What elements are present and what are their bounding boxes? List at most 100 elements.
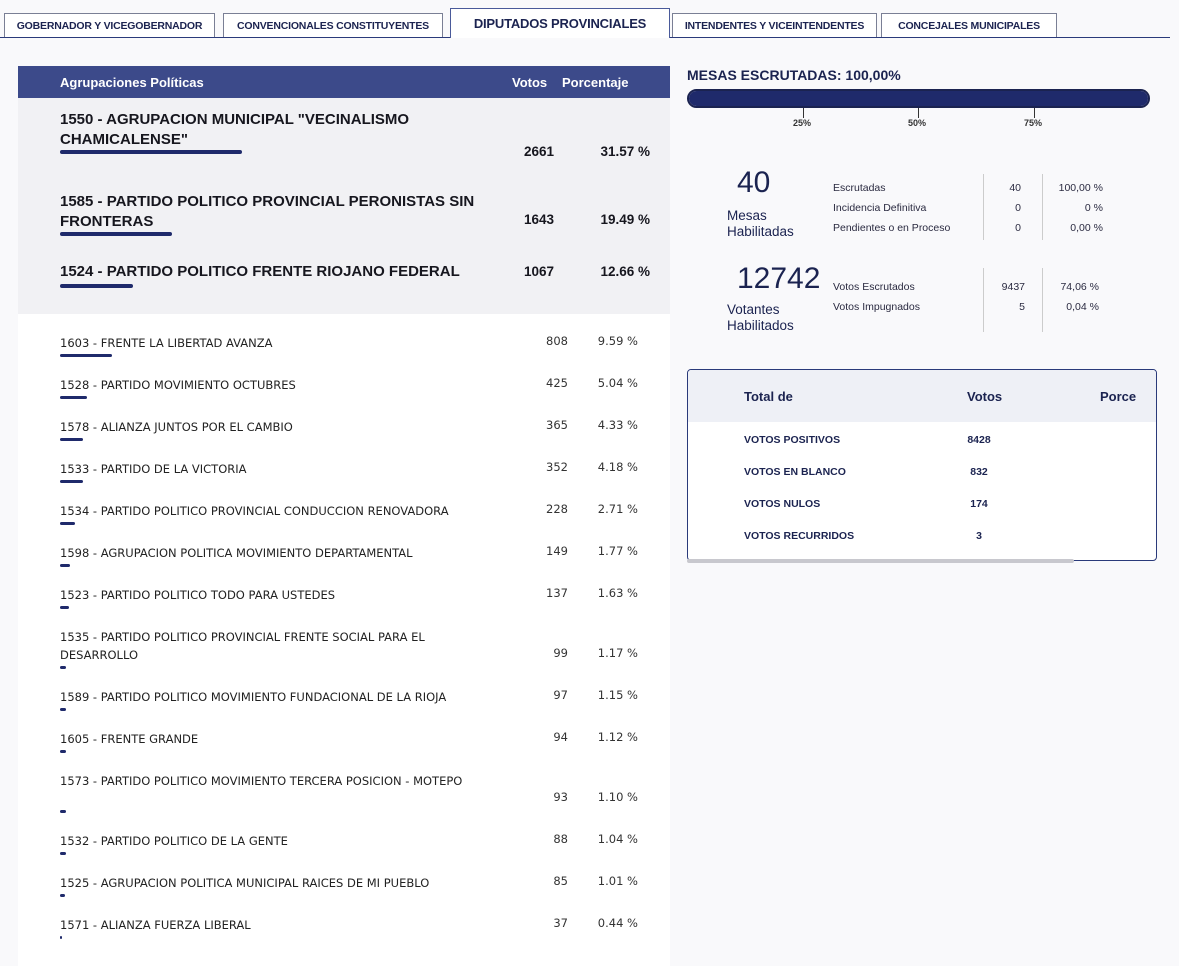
party-name: 1598 - AGRUPACION POLITICA MOVIMIENTO DE…: [60, 546, 413, 560]
party-votes: 808: [546, 334, 568, 348]
election-tabs: GOBERNADOR Y VICEGOBERNADOR CONVENCIONAL…: [0, 0, 1170, 38]
stat-escrutados-percent: 74,06 %: [1060, 281, 1099, 293]
party-name: 1528 - PARTIDO MOVIMIENTO OCTUBRES: [60, 378, 296, 392]
party-share-bar: [60, 936, 63, 939]
stat-incidencia-value: 0: [1015, 202, 1021, 214]
totals-header-votes: Votos: [967, 389, 1003, 404]
totals-row-label: VOTOS POSITIVOS: [744, 434, 841, 446]
party-percent: 5.04 %: [597, 376, 638, 390]
party-share-bar: [60, 480, 83, 483]
stat-escrutadas-label: Escrutadas: [833, 182, 886, 194]
tick-75: [1034, 108, 1035, 118]
totals-row-label: VOTOS NULOS: [744, 498, 821, 510]
party-share-bar: [60, 708, 67, 711]
party-name: 1589 - PARTIDO POLITICO MOVIMIENTO FUNDA…: [60, 690, 447, 704]
tab-gobernador[interactable]: GOBERNADOR Y VICEGOBERNADOR: [4, 13, 215, 37]
party-share-bar: [60, 150, 242, 154]
totals-row-label: VOTOS EN BLANCO: [744, 466, 846, 478]
party-percent: 12.66 %: [600, 264, 650, 279]
party-percent: 19.49 %: [600, 212, 650, 227]
stat-pendientes-value: 0: [1015, 222, 1021, 234]
stat-impugnados-label: Votos Impugnados: [833, 301, 920, 313]
party-share-bar: [60, 232, 173, 236]
stat-escrutados-value: 9437: [1001, 281, 1025, 293]
tab-convencionales[interactable]: CONVENCIONALES CONSTITUYENTES: [223, 13, 443, 37]
party-share-bar: [60, 852, 66, 855]
party-percent: 1.63 %: [597, 586, 638, 600]
party-votes: 228: [546, 502, 568, 516]
party-votes: 88: [553, 832, 568, 846]
party-votes: 85: [553, 874, 568, 888]
party-name: 1524 - PARTIDO POLITICO FRENTE RIOJANO F…: [60, 263, 460, 280]
party-percent: 1.15 %: [597, 688, 638, 702]
totals-header-total: Total de: [744, 389, 793, 404]
header-percent: Porcentaje: [562, 75, 629, 90]
stat-escrutadas-value: 40: [1009, 182, 1021, 194]
party-name: 1605 - FRENTE GRANDE: [60, 732, 199, 746]
party-share-bar: [60, 606, 69, 609]
results-table-header: Agrupaciones Políticas Votos Porcentaje: [18, 66, 670, 98]
header-group: Agrupaciones Políticas: [60, 75, 204, 90]
totals-table: Total de Votos Porce VOTOS POSITIVOS VOT…: [687, 369, 1157, 561]
party-share-bar: [60, 894, 66, 897]
party-name: 1534 - PARTIDO POLITICO PROVINCIAL CONDU…: [60, 504, 449, 518]
party-name: 1550 - AGRUPACION MUNICIPAL "VECINALISMO…: [60, 111, 410, 148]
mesas-progress-bar: [687, 89, 1150, 108]
mesas-title: MESAS ESCRUTADAS: 100,00%: [687, 67, 901, 83]
horizontal-scrollbar[interactable]: [687, 559, 1074, 563]
party-votes: 93: [553, 790, 568, 804]
tab-diputados[interactable]: DIPUTADOS PROVINCIALES: [450, 8, 670, 38]
party-votes: 2661: [524, 144, 555, 159]
stat-escrutados-label: Votos Escrutados: [833, 281, 915, 293]
votantes-label-2: Habilitados: [727, 318, 794, 333]
totals-row-label: VOTOS RECURRIDOS: [744, 530, 855, 542]
stat-escrutadas-percent: 100,00 %: [1058, 182, 1103, 194]
party-votes: 365: [546, 418, 568, 432]
totals-table-header: Total de Votos Porce: [688, 370, 1156, 422]
party-name: 1603 - FRENTE LA LIBERTAD AVANZA: [60, 336, 273, 350]
party-percent: 1.04 %: [597, 832, 638, 846]
totals-row-votes: 832: [970, 466, 988, 478]
tick-label-75: 75%: [1024, 118, 1043, 128]
top-results: 1550 - AGRUPACION MUNICIPAL "VECINALISMO…: [18, 98, 670, 314]
mesas-count: 40: [737, 166, 771, 199]
party-name: 1535 - PARTIDO POLITICO PROVINCIAL FRENT…: [60, 630, 425, 662]
votantes-label: Votantes: [727, 302, 780, 317]
party-name: 1523 - PARTIDO POLITICO TODO PARA USTEDE…: [60, 588, 336, 602]
tick-label-25: 25%: [793, 118, 812, 128]
party-votes: 137: [546, 586, 568, 600]
mesas-label-2: Habilitadas: [727, 224, 794, 239]
stat-impugnados-value: 5: [1019, 301, 1025, 313]
header-votes: Votos: [512, 75, 548, 90]
tick-label-50: 50%: [908, 118, 927, 128]
divider: [983, 268, 984, 332]
party-percent: 4.18 %: [597, 460, 638, 474]
party-percent: 9.59 %: [597, 334, 638, 348]
party-percent: 0.44 %: [597, 916, 638, 930]
party-votes: 99: [553, 646, 568, 660]
party-percent: 1.77 %: [597, 544, 638, 558]
party-percent: 1.01 %: [597, 874, 638, 888]
totals-header-percent: Porce: [1100, 389, 1137, 404]
stat-pendientes-label: Pendientes o en Proceso: [833, 222, 951, 234]
party-share-bar: [60, 354, 112, 357]
tab-intendentes[interactable]: INTENDENTES Y VICEINTENDENTES: [672, 13, 877, 37]
party-name: 1578 - ALIANZA JUNTOS POR EL CAMBIO: [60, 420, 293, 434]
party-name: 1573 - PARTIDO POLITICO MOVIMIENTO TERCE…: [60, 774, 463, 788]
mesas-label: Mesas: [727, 208, 767, 223]
party-share-bar: [60, 666, 67, 669]
party-votes: 1643: [524, 212, 555, 227]
divider: [1042, 268, 1043, 332]
votantes-count: 12742: [737, 262, 821, 295]
party-name: 1525 - AGRUPACION POLITICA MUNICIPAL RAI…: [60, 876, 430, 890]
party-percent: 31.57 %: [600, 144, 650, 159]
party-share-bar: [60, 810, 66, 813]
stat-incidencia-percent: 0 %: [1084, 202, 1103, 214]
tab-concejales[interactable]: CONCEJALES MUNICIPALES: [881, 13, 1057, 37]
party-name: 1532 - PARTIDO POLITICO DE LA GENTE: [60, 834, 288, 848]
party-percent: 1.17 %: [597, 646, 638, 660]
totals-row-votes: 3: [976, 530, 982, 542]
party-percent: 4.33 %: [597, 418, 638, 432]
party-votes: 149: [546, 544, 568, 558]
party-share-bar: [60, 750, 67, 753]
